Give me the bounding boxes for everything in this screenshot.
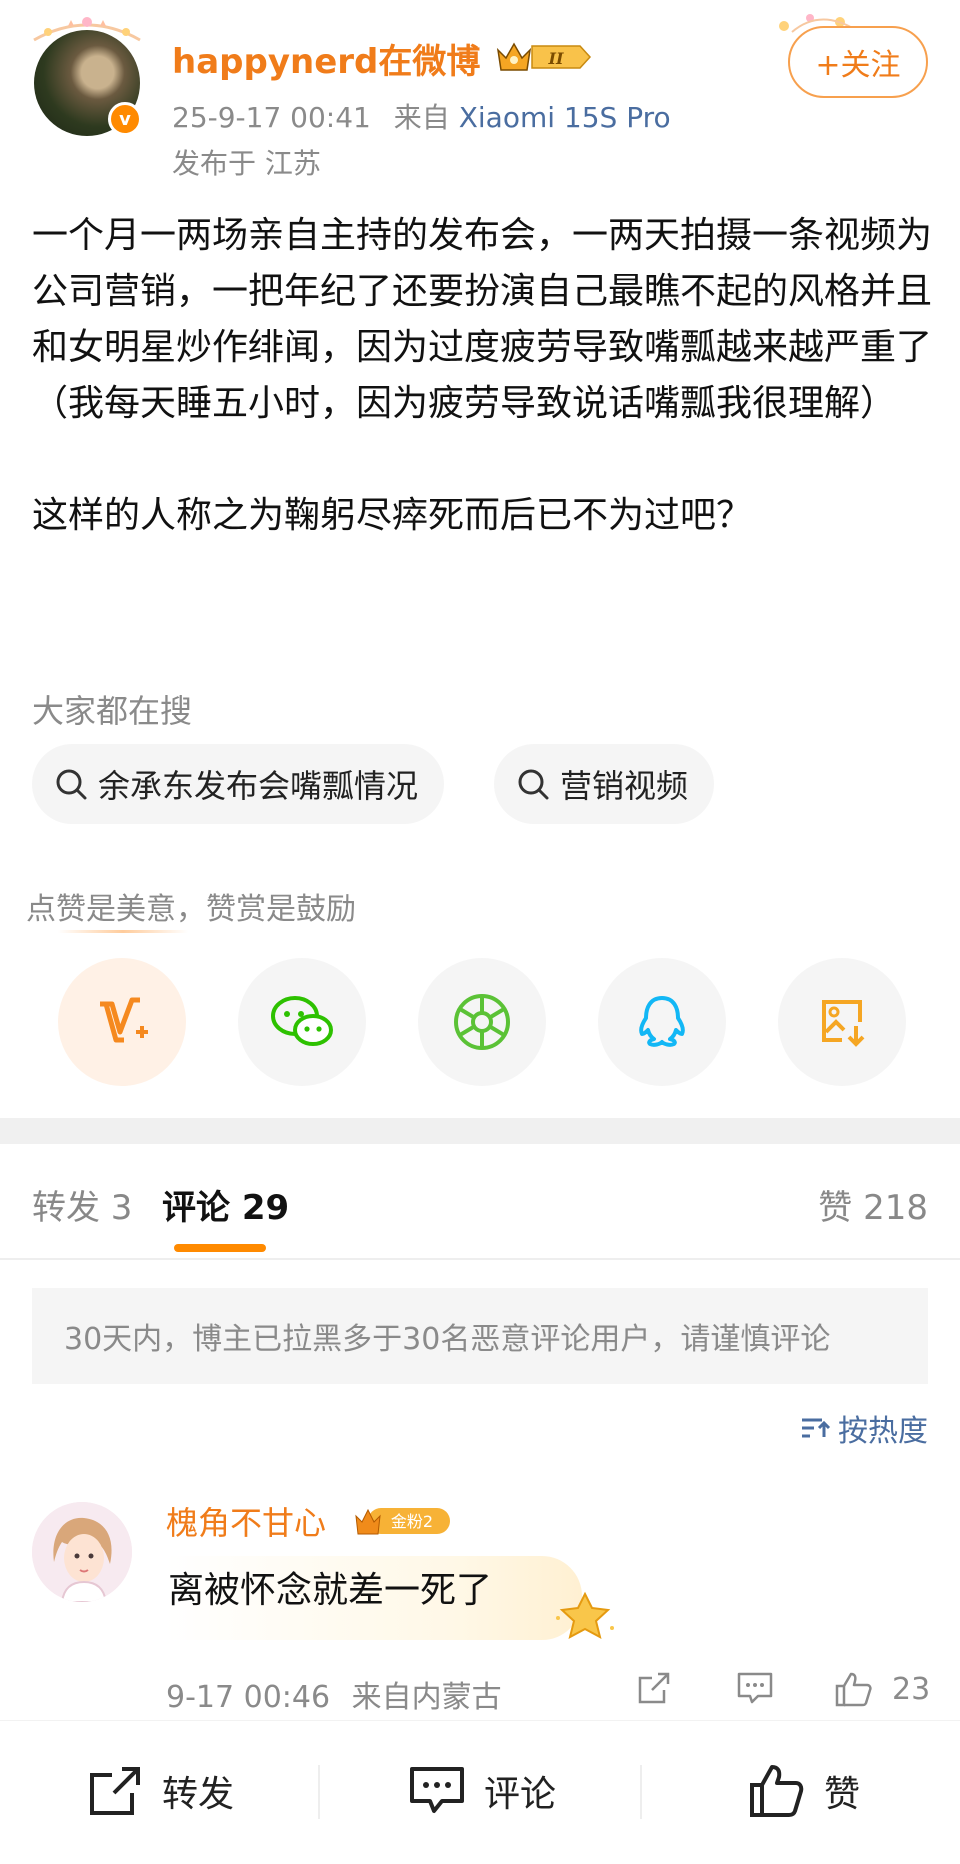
bottom-like-button[interactable]: 赞	[748, 1761, 860, 1821]
comment-time: 9-17 00:46	[166, 1680, 331, 1715]
post-meta: 25-9-17 00:41 来自 Xiaomi 15S Pro	[172, 96, 671, 136]
bottom-repost-button[interactable]: 转发	[88, 1761, 234, 1821]
commenter-name[interactable]: 槐角不甘心	[166, 1498, 326, 1544]
bottom-action-bar: 转发 评论 赞	[0, 1720, 960, 1864]
sort-icon	[802, 1418, 831, 1438]
source-prefix: 来自	[393, 101, 450, 134]
follow-button[interactable]: +关注	[788, 26, 928, 98]
save-image-button[interactable]	[778, 958, 906, 1086]
post-body-text: 一个月一两场亲自主持的发布会，一两天拍摄一条视频为公司营销，一把年纪了还要扮演自…	[32, 215, 933, 536]
praise-underline	[58, 930, 188, 933]
comment-repost-icon[interactable]	[636, 1670, 672, 1706]
share-qq-button[interactable]	[598, 958, 726, 1086]
avatar-frame-decoration-icon	[33, 17, 141, 42]
crown-level-badge-icon[interactable]: II	[494, 40, 594, 74]
save-image-icon	[822, 1000, 865, 1047]
anime-avatar-icon	[32, 1502, 132, 1602]
reward-button[interactable]	[58, 958, 186, 1086]
bottom-bar-separator	[640, 1765, 642, 1819]
sort-label: 按热度	[838, 1414, 928, 1449]
repost-icon	[90, 1767, 140, 1815]
comment-reply-icon[interactable]	[736, 1670, 774, 1706]
qq-icon	[639, 996, 685, 1047]
tab-reposts[interactable]: 转发 3	[32, 1180, 132, 1229]
bottom-like-label: 赞	[824, 1774, 861, 1815]
bottom-comment-label: 评论	[484, 1774, 557, 1815]
active-tab-indicator	[174, 1244, 266, 1252]
tab-likes[interactable]: 赞 218	[818, 1180, 928, 1229]
author-name[interactable]: happynerd在微博	[172, 34, 480, 83]
commenter-avatar[interactable]	[32, 1502, 132, 1602]
section-divider	[0, 1118, 960, 1144]
fan-badge-text: 金粉2	[391, 1512, 433, 1531]
weibo-v-plus-icon	[100, 997, 148, 1043]
share-wechat-button[interactable]	[238, 958, 366, 1086]
share-moments-button[interactable]	[418, 958, 546, 1086]
gold-fan-badge-icon: 金粉2	[355, 1508, 450, 1535]
comment-like-count: 23	[892, 1672, 931, 1707]
comment-text: 离被怀念就差一死了	[166, 1556, 583, 1640]
device-source-link[interactable]: Xiaomi 15S Pro	[459, 101, 671, 134]
search-icon	[56, 769, 87, 800]
search-chip-1[interactable]: 余承东发布会嘴瓢情况	[32, 744, 445, 824]
post-header: v happynerd在微博 II 25-9-17 00:41 来自 Xiaom…	[0, 0, 960, 190]
comment-icon	[410, 1767, 464, 1813]
post-timestamp: 25-9-17 00:41	[172, 101, 371, 134]
search-chip-label: 余承东发布会嘴瓢情况	[98, 767, 419, 805]
search-chip-2[interactable]: 营销视频	[494, 744, 715, 824]
comment-like-icon[interactable]	[834, 1670, 874, 1708]
comment-location: 来自内蒙古	[351, 1680, 502, 1715]
bottom-repost-label: 转发	[162, 1774, 235, 1815]
search-icon	[518, 769, 549, 800]
star-sticker-icon	[556, 1591, 614, 1639]
verified-badge-icon: v	[108, 102, 142, 136]
search-chip-label: 营销视频	[560, 767, 689, 805]
wechat-icon	[271, 996, 333, 1046]
post-location: 发布于 江苏	[172, 147, 321, 180]
comment-warning-notice: 30天内，博主已拉黑多于30名恶意评论用户，请谨慎评论	[32, 1288, 928, 1384]
tab-comments[interactable]: 评论 29	[162, 1180, 289, 1229]
crown-level-text: II	[548, 49, 564, 68]
tab-divider	[0, 1258, 960, 1260]
bottom-comment-button[interactable]: 评论	[408, 1761, 556, 1821]
like-thumb-icon	[750, 1765, 804, 1817]
sort-by-hot-button[interactable]: 按热度	[800, 1406, 928, 1450]
bottom-bar-separator	[318, 1765, 320, 1819]
trending-search-label: 大家都在搜	[32, 692, 193, 730]
moments-icon	[454, 994, 510, 1050]
comment-meta: 9-17 00:46 来自内蒙古	[166, 1672, 502, 1716]
praise-label: 点赞是美意，赞赏是鼓励	[26, 892, 356, 927]
author-avatar[interactable]: v	[33, 17, 142, 136]
